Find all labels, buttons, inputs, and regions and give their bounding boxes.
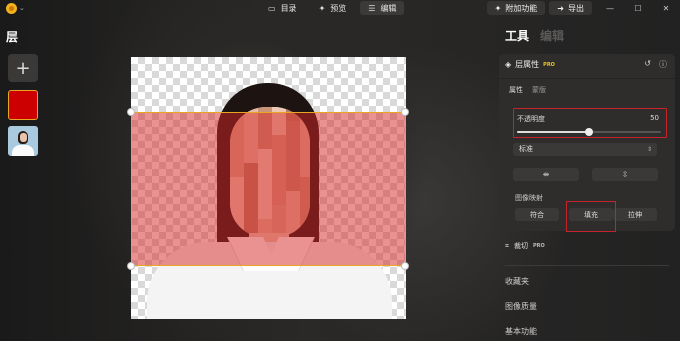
tab-tools[interactable]: 工具 <box>505 27 529 44</box>
crop-tool[interactable]: ⌗ 裁切 PRO <box>505 241 545 251</box>
export-label: 导出 <box>568 3 584 13</box>
resize-handle-bottom-right[interactable] <box>401 262 409 270</box>
maximize-button[interactable]: ☐ <box>624 0 652 16</box>
addons-label: 附加功能 <box>505 3 538 13</box>
chevron-down-icon: ⌄ <box>19 4 25 12</box>
tab-catalog-label: 目录 <box>280 3 297 13</box>
crop-pro-badge: PRO <box>532 243 545 249</box>
tab-edit-panel[interactable]: 编辑 <box>540 27 564 44</box>
subtab-properties[interactable]: 属性 <box>509 85 523 95</box>
mapping-stretch-button[interactable]: 拉伸 <box>613 208 657 221</box>
layers-title: 层 <box>6 30 19 44</box>
mapping-stretch-label: 拉伸 <box>628 210 642 219</box>
layer-thumbnail-photo[interactable] <box>8 126 38 156</box>
plus-icon: + <box>15 57 31 79</box>
opacity-label: 不透明度 <box>517 115 545 123</box>
sliders-icon: ☰ <box>368 3 376 13</box>
mapping-fit-label: 符合 <box>530 210 544 219</box>
pro-badge: PRO <box>543 61 555 68</box>
flip-horizontal-button[interactable]: ⇼ <box>513 168 579 181</box>
image-canvas[interactable] <box>131 57 406 319</box>
export-button[interactable]: ➜ 导出 <box>549 1 592 15</box>
app-logo-icon <box>6 2 17 14</box>
fill-highlight-box <box>566 201 616 232</box>
opacity-value[interactable]: 50 <box>650 114 659 122</box>
tab-preview[interactable]: ✦ 预览 <box>311 1 355 15</box>
tab-catalog[interactable]: ▭ 目录 <box>260 1 305 15</box>
opacity-highlight: 不透明度 50 <box>513 108 667 138</box>
selected-red-layer[interactable] <box>131 112 406 266</box>
layer-properties-card: ◈ 层属性 PRO ↺ ⓘ 属性 蒙版 不透明度 50 标准 ⇕ ⇼ ⇳ 图像映… <box>499 54 675 232</box>
top-bar: ⌄ ▭ 目录 ✦ 预览 ☰ 编辑 ✦ 附加功能 ➜ 导出 — ☐ ✕ <box>0 0 680 16</box>
section-image-quality[interactable]: 图像质量 <box>505 301 537 312</box>
addons-button[interactable]: ✦ 附加功能 <box>486 1 546 15</box>
resize-handle-bottom-left[interactable] <box>127 262 135 270</box>
image-mapping-label: 图像映射 <box>515 194 543 202</box>
app-menu-button[interactable]: ⌄ <box>6 2 25 14</box>
resize-handle-top-left[interactable] <box>127 108 135 116</box>
blend-mode-select[interactable]: 标准 ⇕ <box>513 143 657 156</box>
magic-wand-icon: ✦ <box>318 3 326 13</box>
tab-edit-label: 编辑 <box>380 3 397 13</box>
minimize-button[interactable]: — <box>596 0 624 16</box>
info-icon[interactable]: ⓘ <box>659 59 667 70</box>
opacity-slider-knob[interactable] <box>585 128 593 136</box>
subtab-mask[interactable]: 蒙版 <box>532 85 546 95</box>
blend-mode-value: 标准 <box>519 145 533 153</box>
sparkle-icon: ✦ <box>494 3 502 13</box>
mapping-fit-button[interactable]: 符合 <box>515 208 559 221</box>
opacity-slider[interactable] <box>517 128 661 136</box>
flip-vertical-icon: ⇳ <box>621 170 629 179</box>
layer-properties-title: 层属性 <box>515 60 540 69</box>
section-basic-functions[interactable]: 基本功能 <box>505 326 537 337</box>
layer-thumbnail-red[interactable] <box>8 90 38 120</box>
crop-label: 裁切 <box>513 242 528 250</box>
close-button[interactable]: ✕ <box>652 0 680 16</box>
tab-preview-label: 预览 <box>330 3 347 13</box>
opacity-slider-fill <box>517 131 589 133</box>
resize-handle-top-right[interactable] <box>401 108 409 116</box>
export-icon: ➜ <box>557 3 564 13</box>
flip-vertical-button[interactable]: ⇳ <box>592 168 658 181</box>
layers-stack-icon: ◈ <box>505 60 512 69</box>
section-favorites[interactable]: 收藏夹 <box>505 276 529 287</box>
updown-arrows-icon: ⇕ <box>646 146 652 153</box>
tab-edit[interactable]: ☰ 编辑 <box>360 1 405 15</box>
layer-properties-header[interactable]: ◈ 层属性 PRO <box>505 59 555 70</box>
folder-icon: ▭ <box>268 3 276 13</box>
flip-horizontal-icon: ⇼ <box>542 170 550 179</box>
reset-icon[interactable]: ↺ <box>644 59 651 70</box>
add-layer-button[interactable]: + <box>8 54 38 82</box>
crop-icon: ⌗ <box>505 241 509 250</box>
